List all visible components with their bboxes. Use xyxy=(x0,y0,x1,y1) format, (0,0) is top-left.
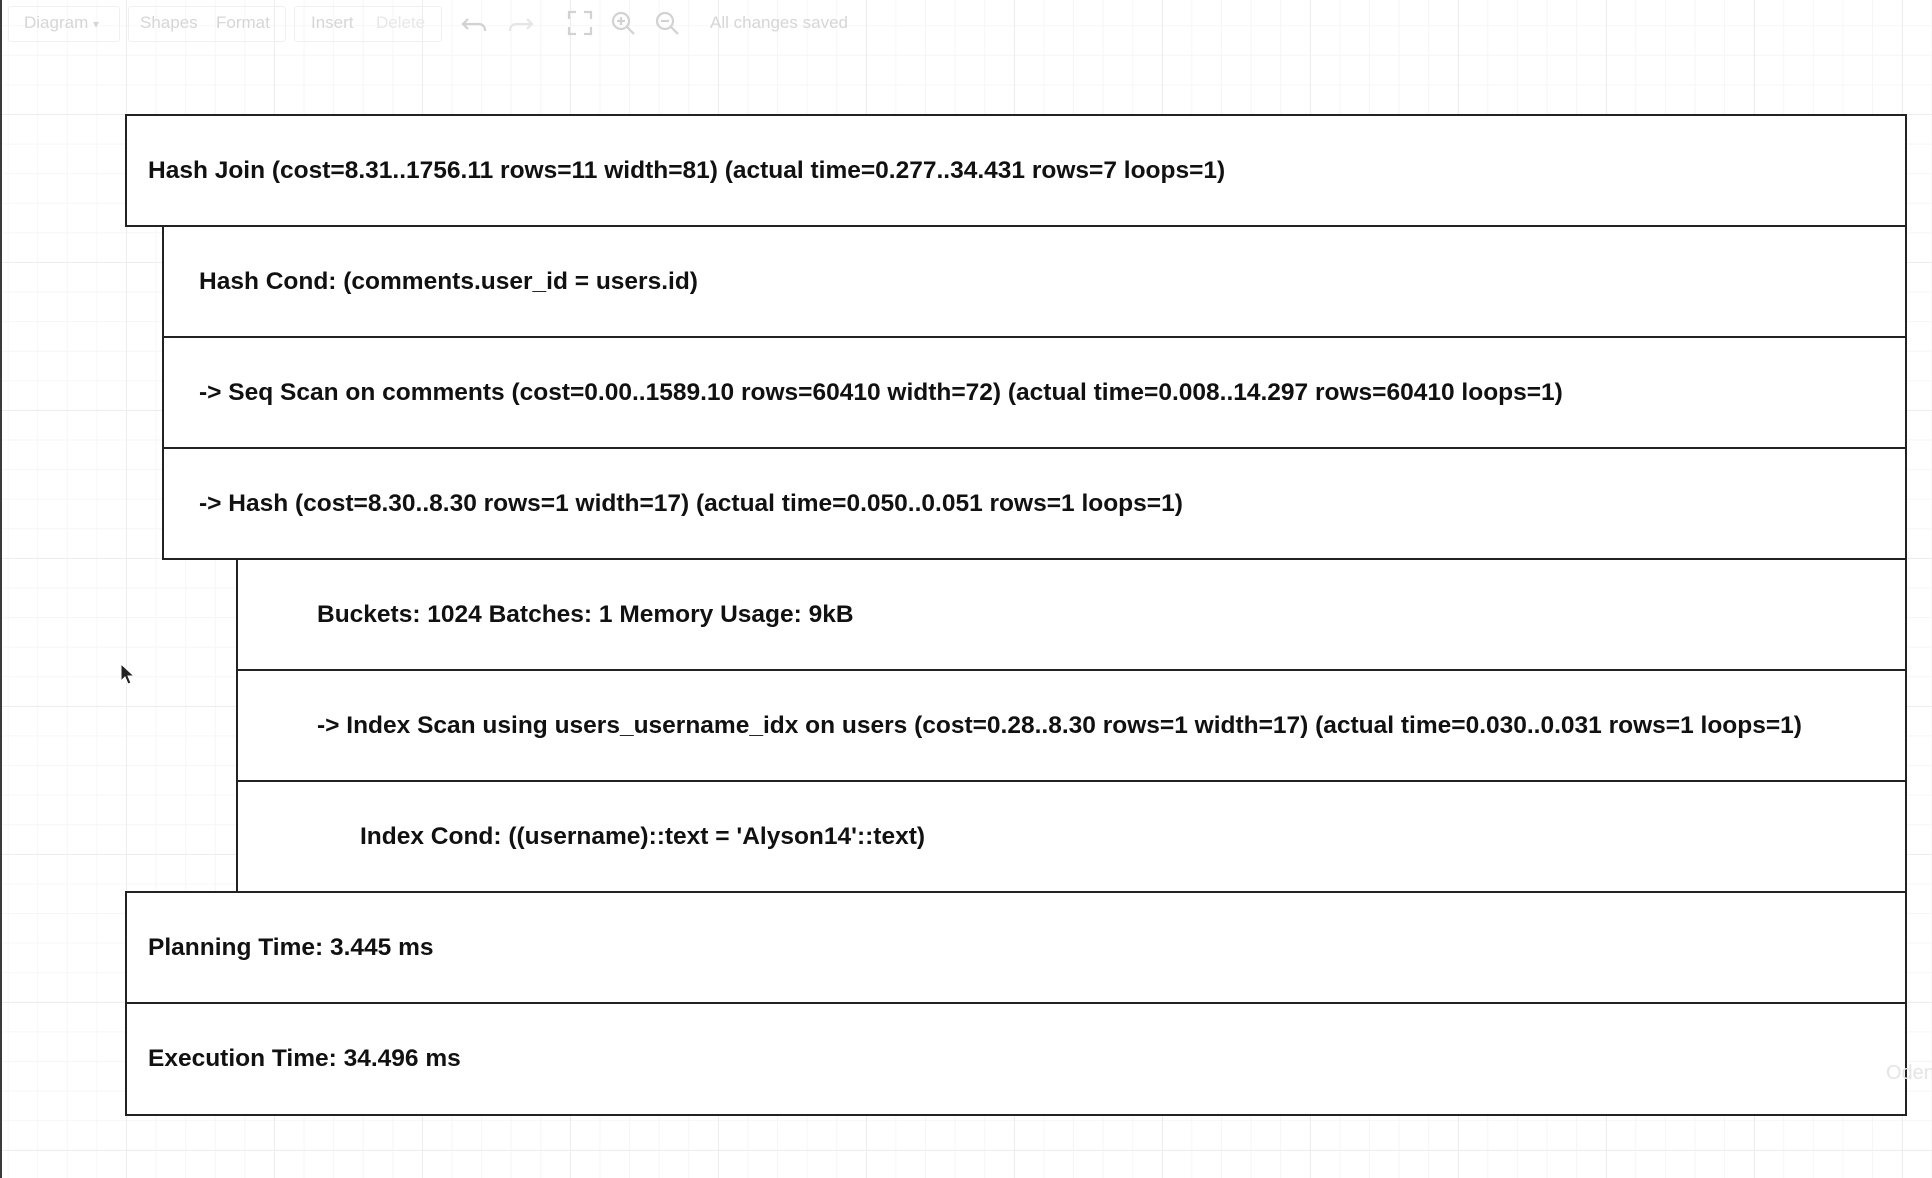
toolbar: Diagram ▾ Shapes Format Insert Delete Al… xyxy=(0,0,1932,46)
mouse-cursor-icon xyxy=(120,662,136,687)
insert-button[interactable]: Insert xyxy=(311,13,354,33)
plan-row-index-cond[interactable]: Index Cond: ((username)::text = 'Alyson1… xyxy=(236,780,1907,893)
plan-row-hash-cond[interactable]: Hash Cond: (comments.user_id = users.id) xyxy=(162,225,1907,338)
format-button[interactable]: Format xyxy=(216,13,270,33)
canvas-left-border xyxy=(0,0,2,1178)
redo-icon[interactable] xyxy=(507,9,535,37)
plan-row-text: -> Hash (cost=8.30..8.30 rows=1 width=17… xyxy=(199,489,1183,517)
plan-row-text: Execution Time: 34.496 ms xyxy=(148,1045,461,1072)
fullscreen-icon[interactable] xyxy=(566,9,594,37)
plan-row-text: Planning Time: 3.445 ms xyxy=(148,933,434,961)
plan-row-text: -> Seq Scan on comments (cost=0.00..1589… xyxy=(199,378,1563,406)
chevron-down-icon: ▾ xyxy=(92,17,100,31)
plan-row-text: Hash Join (cost=8.31..1756.11 rows=11 wi… xyxy=(148,156,1226,184)
plan-row-text: Buckets: 1024 Batches: 1 Memory Usage: 9… xyxy=(317,600,854,628)
plan-row-planning-time[interactable]: Planning Time: 3.445 ms xyxy=(125,891,1907,1004)
plan-row-buckets[interactable]: Buckets: 1024 Batches: 1 Memory Usage: 9… xyxy=(236,558,1907,671)
diagram-menu-label: Diagram xyxy=(24,13,89,32)
undo-icon[interactable] xyxy=(460,9,488,37)
diagram-menu[interactable]: Diagram ▾ xyxy=(24,13,99,33)
zoom-out-icon[interactable] xyxy=(653,9,681,37)
plan-row-text: -> Index Scan using users_username_idx o… xyxy=(317,711,1802,739)
plan-row-text: Index Cond: ((username)::text = 'Alyson1… xyxy=(360,822,926,850)
watermark: Oden xyxy=(1886,1062,1932,1084)
plan-row-hash-join[interactable]: Hash Join (cost=8.31..1756.11 rows=11 wi… xyxy=(125,114,1907,227)
delete-button[interactable]: Delete xyxy=(376,13,425,33)
plan-row-execution-time[interactable]: Execution Time: 34.496 ms xyxy=(125,1002,1907,1116)
plan-row-text: Hash Cond: (comments.user_id = users.id) xyxy=(199,267,698,295)
plan-row-index-scan[interactable]: -> Index Scan using users_username_idx o… xyxy=(236,669,1907,782)
shapes-button[interactable]: Shapes xyxy=(140,13,198,33)
zoom-in-icon[interactable] xyxy=(609,9,637,37)
plan-row-hash[interactable]: -> Hash (cost=8.30..8.30 rows=1 width=17… xyxy=(162,447,1907,560)
plan-row-seq-scan[interactable]: -> Seq Scan on comments (cost=0.00..1589… xyxy=(162,336,1907,449)
save-status: All changes saved xyxy=(710,13,848,32)
